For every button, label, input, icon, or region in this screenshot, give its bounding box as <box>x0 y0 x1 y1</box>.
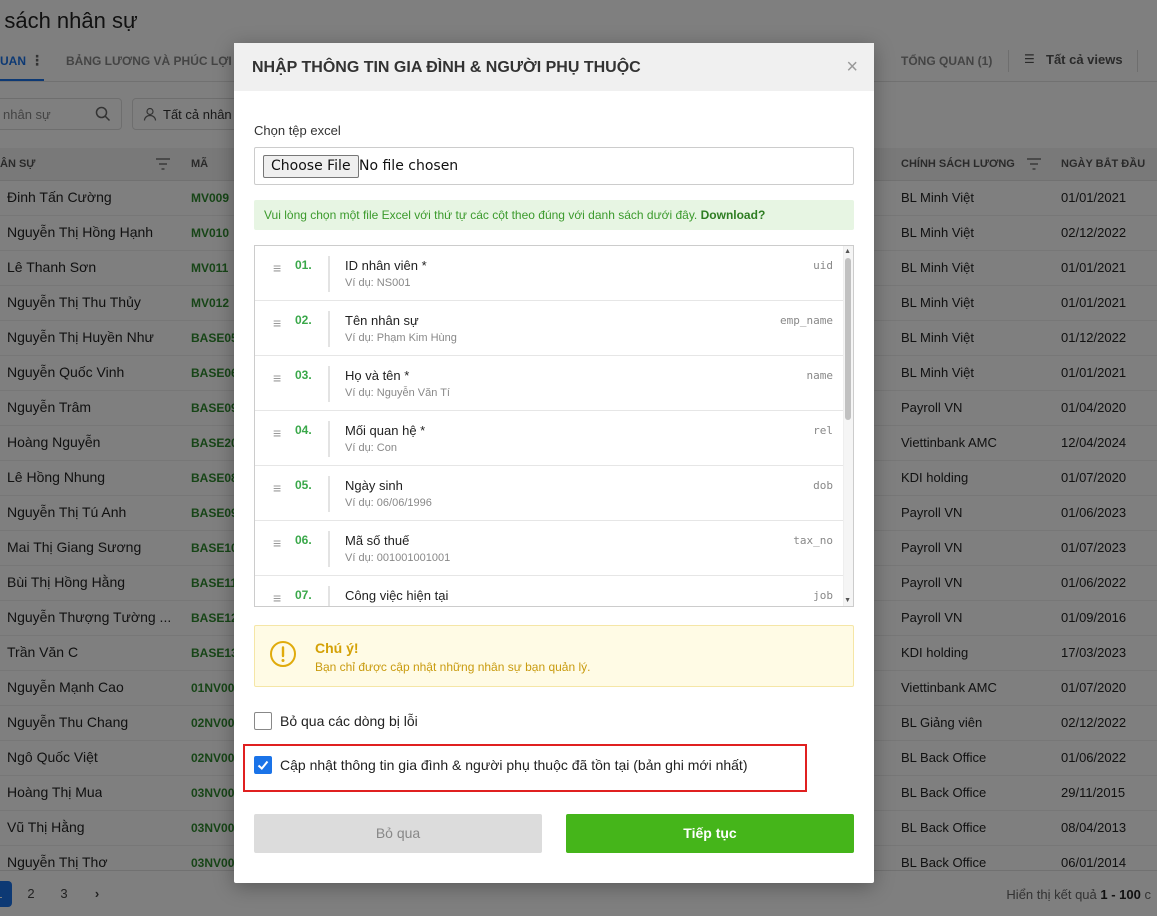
column-list-item[interactable]: ≡ 02. Tên nhân sự Ví dụ: Phạm Kim Hùng emp_n… <box>255 301 853 356</box>
drag-handle-icon[interactable]: ≡ <box>273 590 281 606</box>
column-number: 02. <box>295 313 312 327</box>
column-key: tax_no <box>793 534 833 547</box>
import-family-modal: NHẬP THÔNG TIN GIA ĐÌNH & NGƯỜI PHỤ THUỘ… <box>234 43 874 883</box>
checkmark-icon <box>257 760 269 770</box>
modal-title: NHẬP THÔNG TIN GIA ĐÌNH & NGƯỜI PHỤ THUỘ… <box>252 59 641 76</box>
column-number: 04. <box>295 423 312 437</box>
column-list-item[interactable]: ≡ 07. Công việc hiện tại job <box>255 576 853 606</box>
warning-icon <box>269 640 297 671</box>
column-example: Ví dụ: Phạm Kim Hùng <box>345 332 457 344</box>
column-number: 05. <box>295 478 312 492</box>
column-divider <box>328 421 330 457</box>
column-list-item[interactable]: ≡ 01. ID nhân viên * Ví dụ: NS001 uid <box>255 246 853 301</box>
column-label: Công việc hiện tại <box>345 588 449 603</box>
column-key: job <box>813 589 833 602</box>
scroll-down-arrow-icon[interactable]: ▼ <box>844 597 851 604</box>
column-list-item[interactable]: ≡ 03. Họ và tên * Ví dụ: Nguyễn Văn Tí name <box>255 356 853 411</box>
close-icon[interactable]: × <box>846 57 858 77</box>
column-example: Ví dụ: 06/06/1996 <box>345 497 432 509</box>
no-file-text: No file chosen <box>359 158 459 174</box>
download-link[interactable]: Download? <box>701 208 766 222</box>
drag-handle-icon[interactable]: ≡ <box>273 425 281 441</box>
cancel-button[interactable]: Bỏ qua <box>254 814 542 853</box>
modal-header: NHẬP THÔNG TIN GIA ĐÌNH & NGƯỜI PHỤ THUỘ… <box>234 43 874 91</box>
file-label: Chọn tệp excel <box>254 123 341 138</box>
column-number: 03. <box>295 368 312 382</box>
drag-handle-icon[interactable]: ≡ <box>273 260 281 276</box>
scrollbar[interactable]: ▲ ▼ <box>843 246 853 606</box>
column-label: Ngày sinh <box>345 478 403 493</box>
update-existing-checkbox[interactable] <box>254 756 272 774</box>
column-key: uid <box>813 259 833 272</box>
column-list-item[interactable]: ≡ 05. Ngày sinh Ví dụ: 06/06/1996 dob <box>255 466 853 521</box>
column-label: Tên nhân sự <box>345 313 419 328</box>
choose-file-button[interactable]: Choose File <box>263 155 359 178</box>
info-text: Vui lòng chọn một file Excel với thứ tự … <box>264 208 766 222</box>
update-existing-label[interactable]: Cập nhật thông tin gia đình & người phụ … <box>280 757 747 773</box>
column-example: Ví dụ: Con <box>345 442 397 454</box>
column-label: ID nhân viên * <box>345 258 427 273</box>
info-bar: Vui lòng chọn một file Excel với thứ tự … <box>254 200 854 230</box>
column-example: Ví dụ: NS001 <box>345 277 411 289</box>
column-divider <box>328 311 330 347</box>
column-number: 07. <box>295 588 312 602</box>
drag-handle-icon[interactable]: ≡ <box>273 480 281 496</box>
column-example: Ví dụ: Nguyễn Văn Tí <box>345 387 450 399</box>
continue-button[interactable]: Tiếp tục <box>566 814 854 853</box>
scroll-up-arrow-icon[interactable]: ▲ <box>844 248 851 255</box>
drag-handle-icon[interactable]: ≡ <box>273 370 281 386</box>
skip-errors-checkbox[interactable] <box>254 712 272 730</box>
file-input[interactable]: Choose File No file chosen <box>254 147 854 185</box>
drag-handle-icon[interactable]: ≡ <box>273 315 281 331</box>
column-divider <box>328 586 330 606</box>
drag-handle-icon[interactable]: ≡ <box>273 535 281 551</box>
column-list-item[interactable]: ≡ 06. Mã số thuế Ví dụ: 001001001001 tax_no <box>255 521 853 576</box>
column-divider <box>328 256 330 292</box>
column-divider <box>328 366 330 402</box>
column-label: Họ và tên * <box>345 368 410 383</box>
column-divider <box>328 476 330 512</box>
column-label: Mã số thuế <box>345 533 410 548</box>
warning-title: Chú ý! <box>315 640 359 656</box>
column-number: 06. <box>295 533 312 547</box>
warning-box: Chú ý! Bạn chỉ được cập nhật những nhân … <box>254 625 854 687</box>
column-order-list: ≡ 01. ID nhân viên * Ví dụ: NS001 uid ≡ 02. Tên… <box>254 245 854 607</box>
column-example: Ví dụ: 001001001001 <box>345 552 451 564</box>
column-key: emp_name <box>780 314 833 327</box>
column-key: dob <box>813 479 833 492</box>
column-key: rel <box>813 424 833 437</box>
column-divider <box>328 531 330 567</box>
warning-text: Bạn chỉ được cập nhật những nhân sự bạn … <box>315 660 591 674</box>
scroll-thumb[interactable] <box>845 258 851 420</box>
column-key: name <box>806 369 834 382</box>
column-label: Mối quan hệ * <box>345 423 426 438</box>
column-list-item[interactable]: ≡ 04. Mối quan hệ * Ví dụ: Con rel <box>255 411 853 466</box>
skip-errors-label[interactable]: Bỏ qua các dòng bị lỗi <box>280 713 418 729</box>
column-number: 01. <box>295 258 312 272</box>
